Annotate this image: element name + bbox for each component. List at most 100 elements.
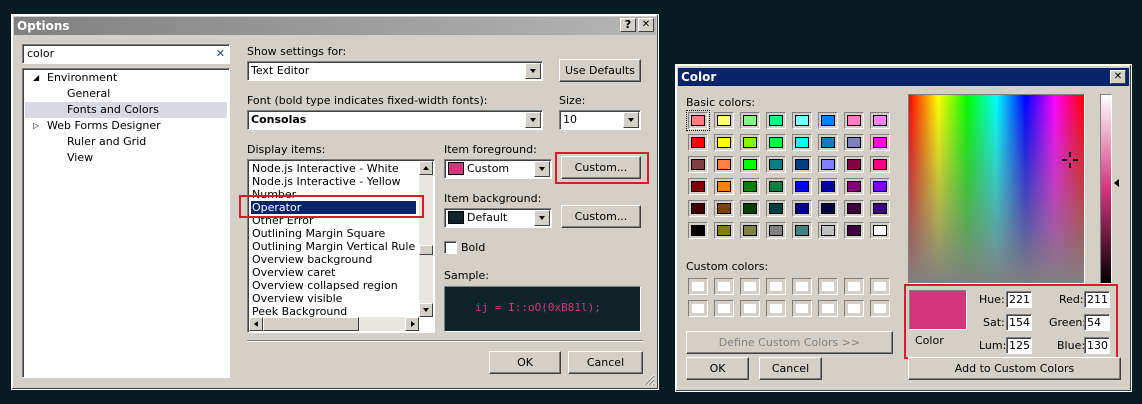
basic-color-swatch[interactable] <box>870 222 890 239</box>
basic-color-swatch[interactable] <box>714 112 734 129</box>
clear-search-icon[interactable]: ✕ <box>216 47 225 60</box>
close-button[interactable]: ✕ <box>638 18 654 32</box>
ok-button[interactable]: OK <box>686 357 749 380</box>
basic-color-swatch[interactable] <box>792 156 812 173</box>
basic-color-swatch[interactable] <box>792 112 812 129</box>
basic-color-swatch[interactable] <box>688 134 708 151</box>
custom-color-swatch[interactable] <box>870 300 890 317</box>
custom-color-swatch[interactable] <box>844 278 864 295</box>
basic-color-swatch[interactable] <box>714 200 734 217</box>
custom-color-swatch[interactable] <box>818 300 838 317</box>
tree-expanded-icon[interactable]: ◢ <box>33 70 39 86</box>
cancel-button[interactable]: Cancel <box>759 357 822 380</box>
list-item[interactable]: Overview caret <box>252 266 335 279</box>
custom-color-swatch[interactable] <box>740 300 760 317</box>
search-input[interactable]: color ✕ <box>22 44 230 64</box>
chevron-down-icon[interactable] <box>534 161 550 177</box>
basic-color-swatch[interactable] <box>766 134 786 151</box>
basic-color-swatch[interactable] <box>870 178 890 195</box>
custom-color-swatch[interactable] <box>870 278 890 295</box>
scroll-right-button[interactable] <box>405 317 419 331</box>
basic-color-swatch[interactable] <box>818 200 838 217</box>
basic-color-swatch[interactable] <box>844 222 864 239</box>
basic-color-swatch[interactable] <box>686 110 710 131</box>
scroll-up-button[interactable] <box>419 161 433 175</box>
basic-color-swatch[interactable] <box>714 134 734 151</box>
scroll-thumb[interactable] <box>419 245 433 255</box>
tree-item-view[interactable]: View <box>25 150 227 166</box>
basic-color-swatch[interactable] <box>740 200 760 217</box>
tree-item-environment[interactable]: ◢ Environment <box>25 70 227 86</box>
item-background-combo[interactable]: Default <box>444 208 552 228</box>
custom-color-swatch[interactable] <box>688 300 708 317</box>
basic-color-swatch[interactable] <box>818 112 838 129</box>
custom-color-swatch[interactable] <box>688 278 708 295</box>
scroll-thumb[interactable] <box>263 317 359 331</box>
resize-grip-icon[interactable] <box>643 374 655 386</box>
basic-color-swatch[interactable] <box>870 200 890 217</box>
basic-color-swatch[interactable] <box>766 222 786 239</box>
basic-color-swatch[interactable] <box>792 134 812 151</box>
basic-color-swatch[interactable] <box>844 200 864 217</box>
help-button[interactable]: ? <box>620 18 636 32</box>
size-combo[interactable]: 10 <box>559 110 641 130</box>
basic-color-swatch[interactable] <box>740 112 760 129</box>
basic-color-swatch[interactable] <box>766 156 786 173</box>
ok-button[interactable]: OK <box>489 351 561 374</box>
custom-color-swatch[interactable] <box>740 278 760 295</box>
basic-color-swatch[interactable] <box>844 178 864 195</box>
vertical-scrollbar[interactable] <box>419 161 433 317</box>
custom-color-swatch[interactable] <box>792 300 812 317</box>
basic-color-swatch[interactable] <box>688 222 708 239</box>
chevron-down-icon[interactable] <box>525 63 541 79</box>
list-item[interactable]: Overview background <box>252 253 372 266</box>
basic-color-swatch[interactable] <box>870 156 890 173</box>
list-item[interactable]: Outlining Margin Square <box>252 227 385 240</box>
tree-item-web-forms-designer[interactable]: ▷ Web Forms Designer <box>25 118 227 134</box>
custom-background-button[interactable]: Custom... <box>561 205 641 228</box>
basic-color-swatch[interactable] <box>688 156 708 173</box>
item-foreground-combo[interactable]: Custom <box>444 159 552 179</box>
show-settings-combo[interactable]: Text Editor <box>247 61 543 81</box>
basic-color-swatch[interactable] <box>792 222 812 239</box>
bold-checkbox[interactable] <box>444 241 457 254</box>
basic-color-swatch[interactable] <box>714 156 734 173</box>
use-defaults-button[interactable]: Use Defaults <box>559 59 641 82</box>
custom-color-swatch[interactable] <box>766 300 786 317</box>
basic-color-swatch[interactable] <box>844 156 864 173</box>
luminance-arrow-icon[interactable] <box>1114 179 1119 187</box>
custom-color-swatch[interactable] <box>714 278 734 295</box>
tree-item-fonts-and-colors[interactable]: Fonts and Colors <box>25 102 227 118</box>
tree-collapsed-icon[interactable]: ▷ <box>33 118 39 134</box>
tree-item-general[interactable]: General <box>25 86 227 102</box>
custom-color-swatch[interactable] <box>818 278 838 295</box>
basic-color-swatch[interactable] <box>766 178 786 195</box>
basic-color-swatch[interactable] <box>740 222 760 239</box>
basic-color-swatch[interactable] <box>766 200 786 217</box>
font-combo[interactable]: Consolas <box>247 110 543 130</box>
basic-color-swatch[interactable] <box>870 112 890 129</box>
basic-color-swatch[interactable] <box>714 178 734 195</box>
custom-color-swatch[interactable] <box>766 278 786 295</box>
display-items-list[interactable]: Node.js Interactive - White Node.js Inte… <box>247 159 435 333</box>
color-spectrum[interactable] <box>908 94 1085 284</box>
basic-color-swatch[interactable] <box>818 178 838 195</box>
basic-color-swatch[interactable] <box>818 222 838 239</box>
chevron-down-icon[interactable] <box>623 112 639 128</box>
crosshair-icon[interactable] <box>1060 150 1080 170</box>
list-item[interactable]: Overview collapsed region <box>252 279 398 292</box>
luminance-slider[interactable] <box>1100 94 1112 284</box>
close-button[interactable]: ✕ <box>1110 70 1126 84</box>
basic-color-swatch[interactable] <box>714 222 734 239</box>
custom-color-swatch[interactable] <box>792 278 812 295</box>
basic-color-swatch[interactable] <box>844 134 864 151</box>
list-item[interactable]: Node.js Interactive - Yellow <box>252 175 401 188</box>
basic-color-swatch[interactable] <box>818 134 838 151</box>
horizontal-scrollbar[interactable] <box>249 317 419 331</box>
basic-color-swatch[interactable] <box>688 178 708 195</box>
basic-color-swatch[interactable] <box>844 112 864 129</box>
scroll-left-button[interactable] <box>249 317 263 331</box>
list-item[interactable]: Outlining Margin Vertical Rule <box>252 240 415 253</box>
list-item[interactable]: Overview visible <box>252 292 342 305</box>
add-to-custom-colors-button[interactable]: Add to Custom Colors <box>908 357 1121 380</box>
